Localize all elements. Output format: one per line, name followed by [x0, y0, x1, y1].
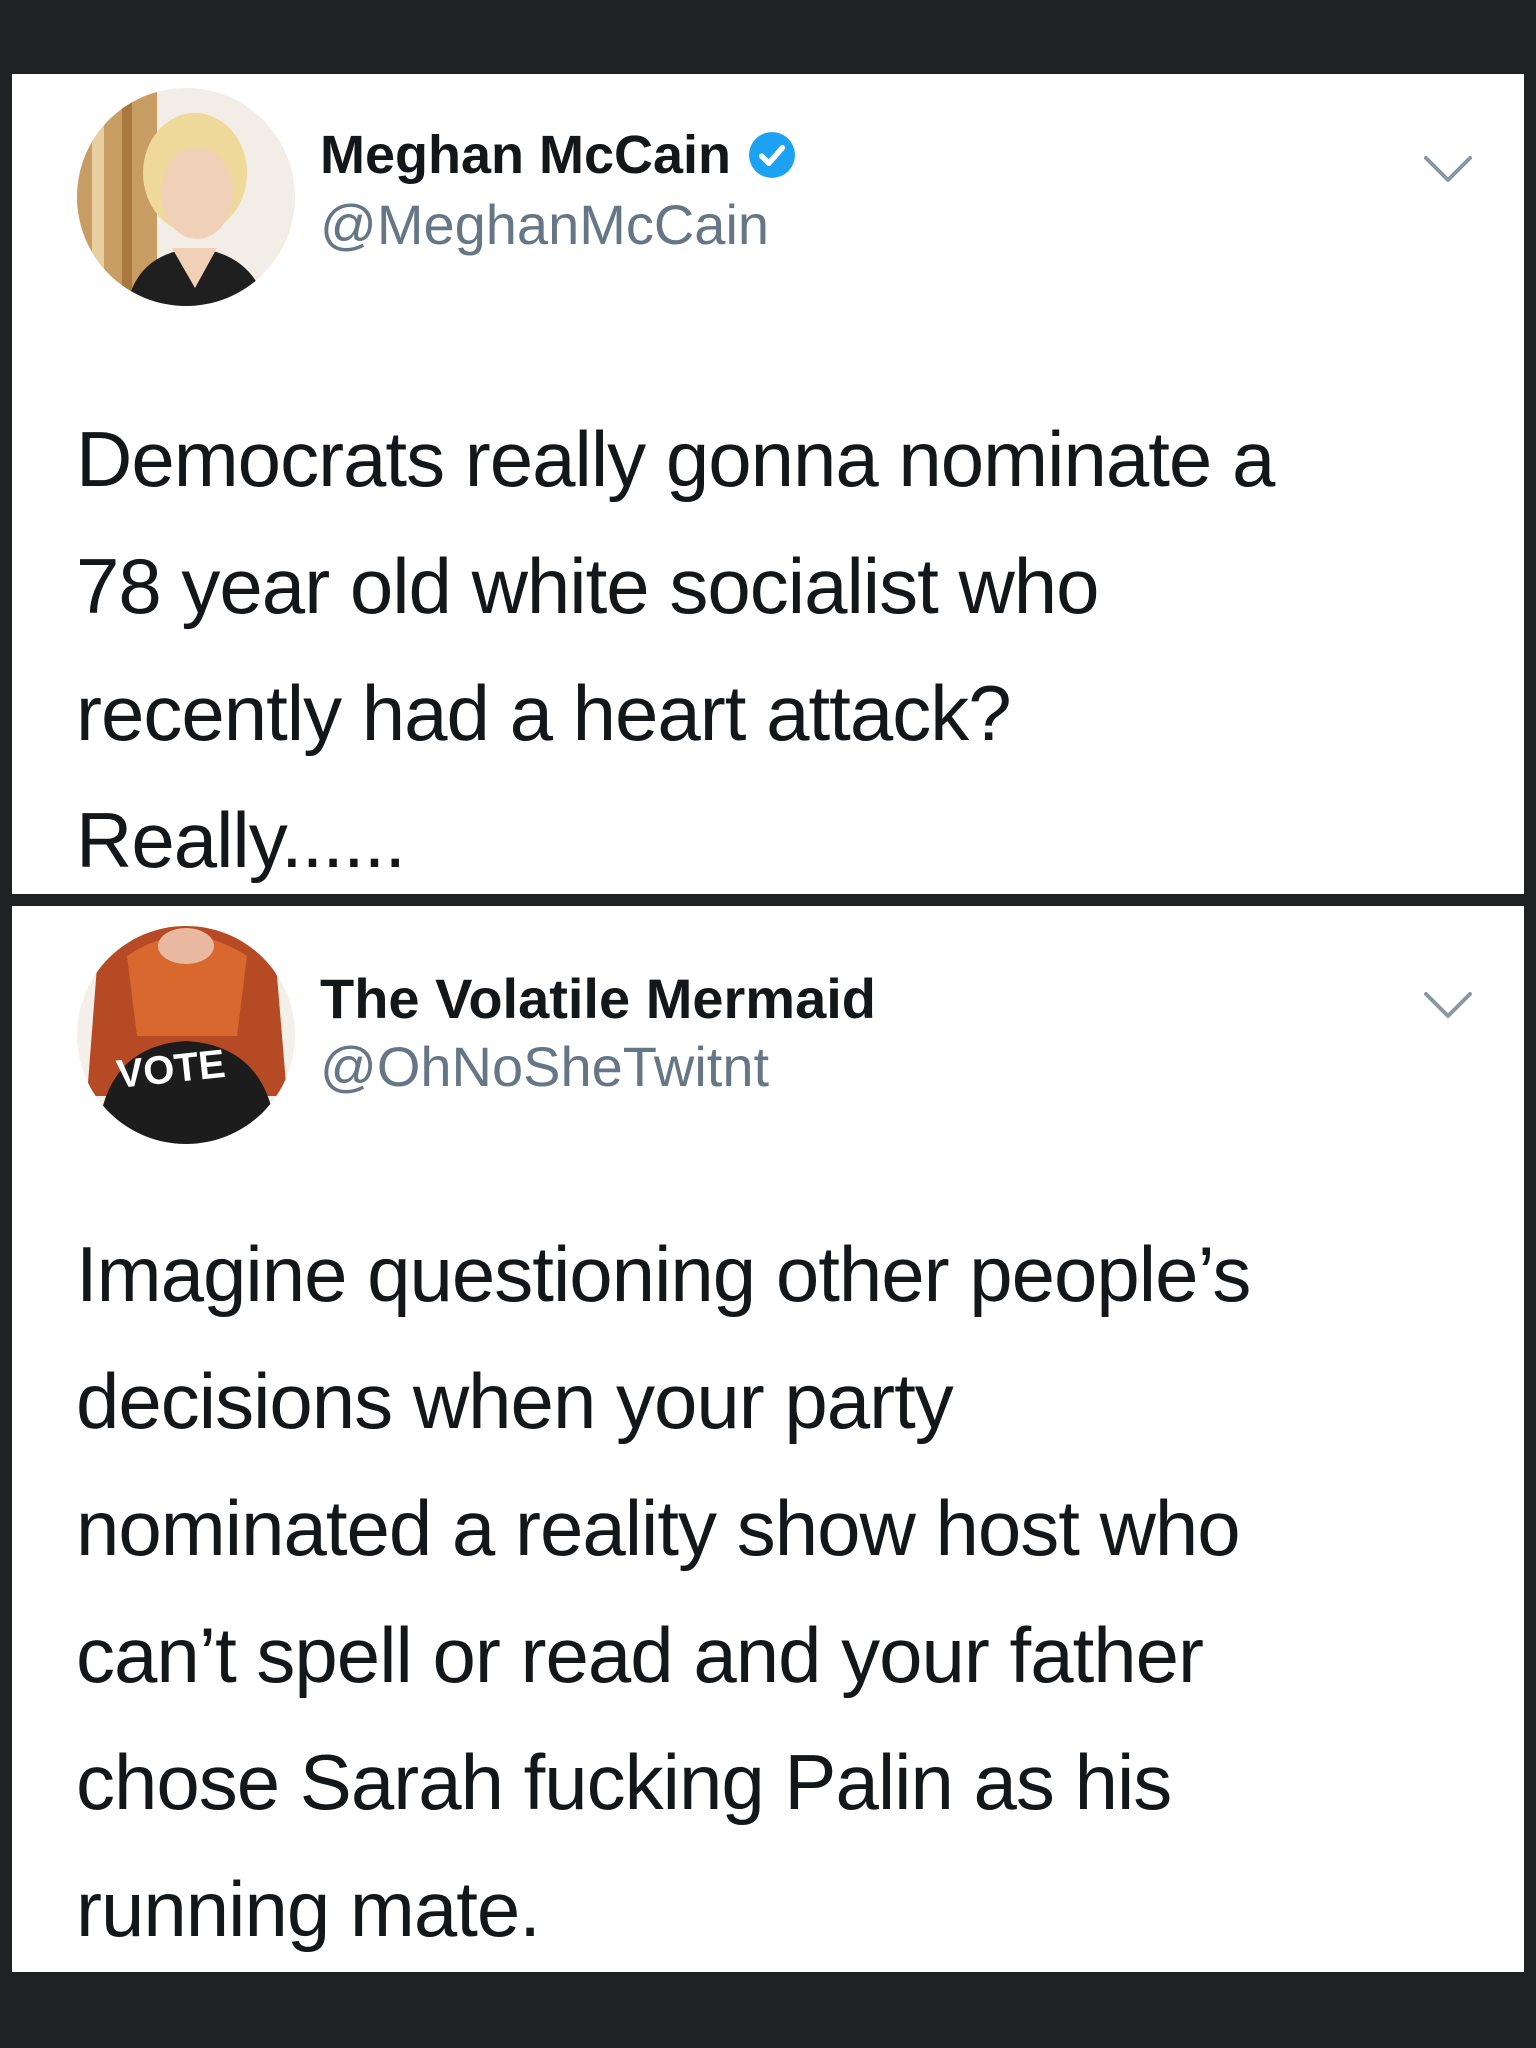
tweet-text: Democrats really gonna nominate a 78 yea… — [76, 396, 1464, 904]
tweet-text-line: nominated a reality show host who — [76, 1484, 1241, 1572]
avatar[interactable]: VOTE — [77, 926, 295, 1144]
tweet-text-line: decisions when your party — [76, 1357, 954, 1445]
display-name[interactable]: The Volatile Mermaid — [320, 966, 876, 1031]
tweet-text-line: recently had a heart attack? — [76, 669, 1012, 757]
user-handle[interactable]: @MeghanMcCain — [320, 192, 769, 257]
verified-badge-icon — [749, 132, 795, 178]
tweet-text-line: Imagine questioning other people’s — [76, 1230, 1251, 1318]
avatar-photo: VOTE — [77, 926, 295, 1144]
avatar-photo — [77, 88, 295, 306]
tweet-text-line: Democrats really gonna nominate a — [76, 415, 1275, 503]
avatar[interactable] — [77, 88, 295, 306]
tweet-text-line: 78 year old white socialist who — [76, 542, 1100, 630]
chevron-down-icon[interactable] — [1422, 152, 1474, 186]
display-name-text[interactable]: The Volatile Mermaid — [320, 966, 876, 1031]
tweet-text-line: running mate. — [76, 1865, 541, 1953]
tweet-text-line: Really...... — [76, 796, 406, 884]
tweet-card-volatile-mermaid: VOTE The Volatile Mermaid @OhNoSheTwitnt… — [12, 906, 1524, 1972]
display-name-text[interactable]: Meghan McCain — [320, 124, 731, 186]
tweet-text-line: can’t spell or read and your father — [76, 1611, 1204, 1699]
tweet-card-meghan: Meghan McCain @MeghanMcCain Democrats re… — [12, 74, 1524, 894]
tweet-text-line: chose Sarah fucking Palin as his — [76, 1738, 1172, 1826]
tweet-text: Imagine questioning other people’s decis… — [76, 1211, 1464, 1973]
user-handle[interactable]: @OhNoSheTwitnt — [320, 1034, 769, 1099]
chevron-down-icon[interactable] — [1422, 988, 1474, 1022]
display-name[interactable]: Meghan McCain — [320, 124, 797, 186]
